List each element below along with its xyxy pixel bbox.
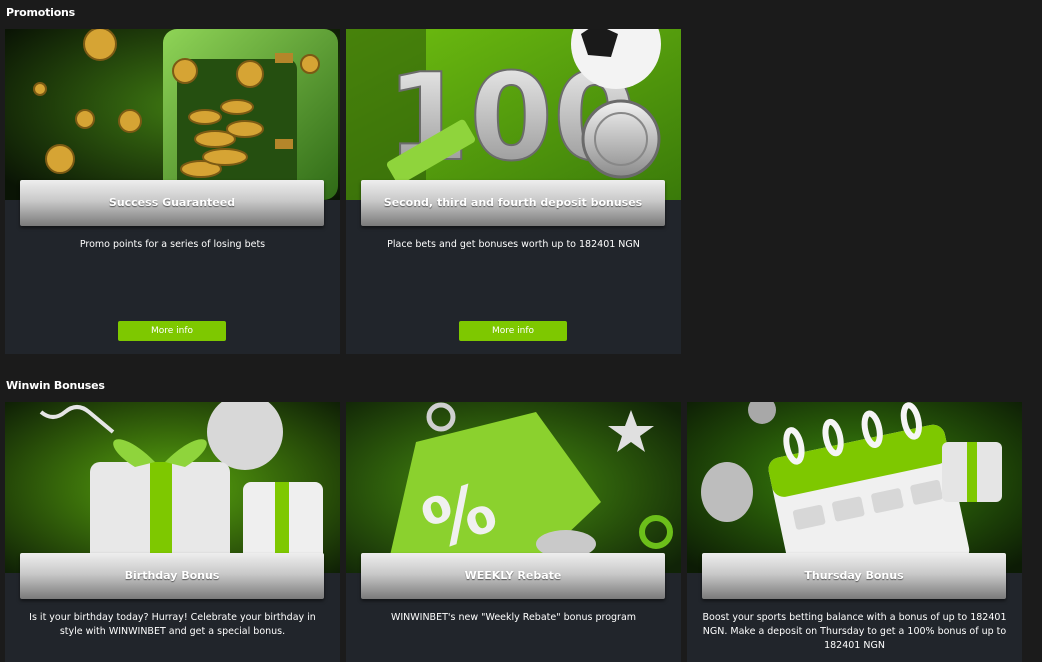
bonus-card-weekly-rebate[interactable]: % WEEKLY Rebate WINWINBET's new "Weekly … (346, 402, 681, 662)
card-description: Place bets and get bonuses worth up to 1… (387, 239, 640, 250)
calendar-banner (687, 402, 1022, 573)
card-description: Promo points for a series of losing bets (79, 239, 266, 250)
card-title: Thursday Bonus (702, 553, 1006, 599)
card-description: Boost your sports betting balance with a… (702, 612, 1007, 651)
bonus-card-birthday[interactable]: Birthday Bonus Is it your birthday today… (5, 402, 340, 662)
promo-card-deposit-bonuses[interactable]: 100 Second, third and fourth deposit bon… (346, 29, 681, 354)
deposit-100-banner: 100 (346, 29, 681, 200)
card-description: WINWINBET's new "Weekly Rebate" bonus pr… (390, 612, 637, 623)
safe-coins-banner (5, 29, 340, 200)
card-title: WEEKLY Rebate (361, 553, 665, 599)
bonus-card-thursday[interactable]: Thursday Bonus Boost your sports betting… (687, 402, 1022, 662)
more-info-button[interactable]: More info (459, 321, 567, 341)
gift-boxes-banner (5, 402, 340, 573)
card-title: Second, third and fourth deposit bonuses (361, 180, 665, 226)
promotions-heading: Promotions (6, 6, 76, 19)
promo-card-success-guaranteed[interactable]: Success Guaranteed Promo points for a se… (5, 29, 340, 354)
percent-tag-banner: % (346, 402, 681, 573)
more-info-button[interactable]: More info (118, 321, 226, 341)
card-title: Birthday Bonus (20, 553, 324, 599)
card-description: Is it your birthday today? Hurray! Celeb… (29, 612, 316, 637)
card-title: Success Guaranteed (20, 180, 324, 226)
winwin-bonuses-heading: Winwin Bonuses (6, 379, 105, 392)
